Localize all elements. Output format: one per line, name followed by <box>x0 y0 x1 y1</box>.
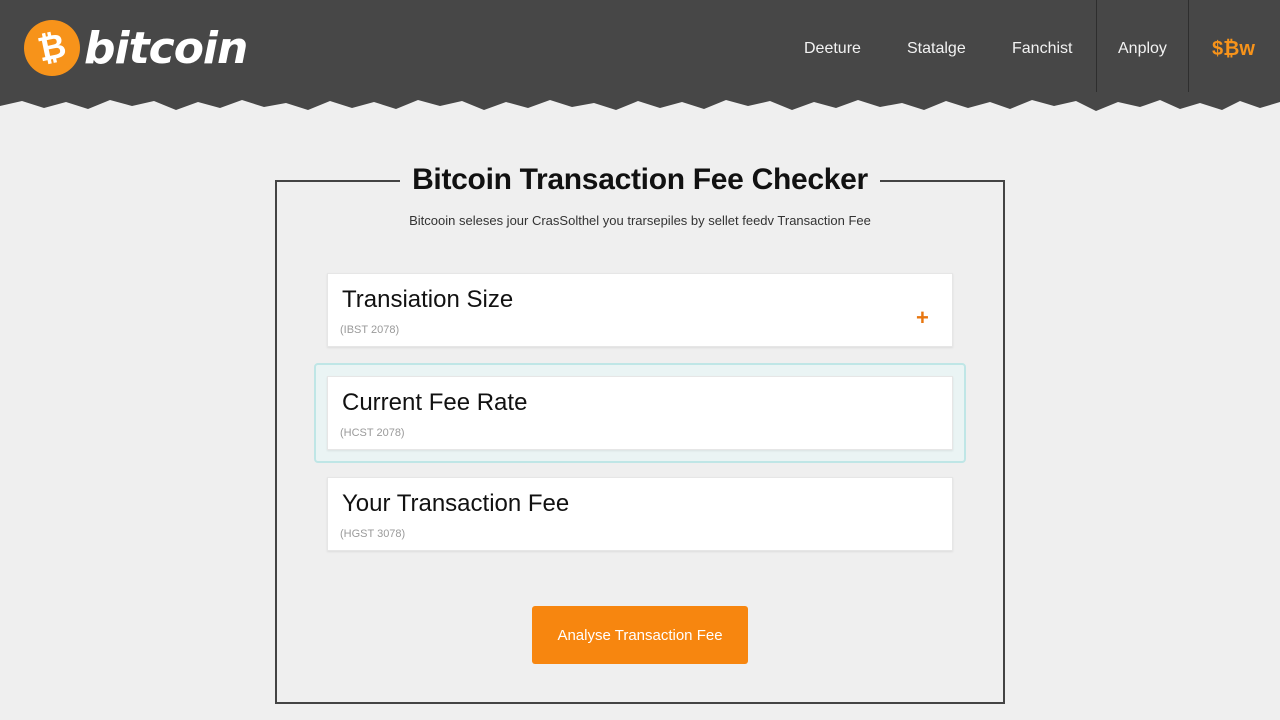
your-transaction-fee-field[interactable]: Your Transaction Fee (HGST 3078) <box>327 477 953 551</box>
field-hint: (IBST 2078) <box>340 324 400 336</box>
nav-item-3[interactable]: Fanchist <box>1012 40 1072 58</box>
nav-item-2[interactable]: Statalge <box>907 40 966 58</box>
field-label: Your Transaction Fee <box>342 490 570 517</box>
card-subtitle: Bitcooin seleses jour CrasSolthel you tr… <box>409 213 871 228</box>
nav-divider <box>1096 0 1097 98</box>
analyse-transaction-fee-button[interactable]: Analyse Transaction Fee <box>532 606 748 664</box>
field-label: Current Fee Rate <box>342 389 528 416</box>
page-title: Bitcoin Transaction Fee Checker <box>412 163 868 196</box>
nav-bitcoin-link[interactable]: $₿w <box>1212 38 1255 61</box>
transaction-size-field[interactable]: Transiation Size (IBST 2078) + <box>327 273 953 347</box>
nav-item-1[interactable]: Deeture <box>804 40 861 58</box>
current-fee-rate-field[interactable]: Current Fee Rate (HCST 2078) <box>327 376 953 450</box>
field-label: Transiation Size <box>342 286 514 313</box>
brand-name: bitcoin <box>84 22 248 74</box>
torn-header-edge <box>0 92 1280 111</box>
bitcoin-logo-icon: ₿ <box>18 14 86 82</box>
top-header: ₿ bitcoin Deeture Statalge Fanchist Anpl… <box>0 0 1280 100</box>
nav-divider <box>1188 0 1189 98</box>
card-title-wrap: Bitcoin Transaction Fee Checker <box>400 158 880 202</box>
field-hint: (HCST 2078) <box>340 427 405 439</box>
plus-icon[interactable]: + <box>916 307 932 329</box>
field-hint: (HGST 3078) <box>340 528 406 540</box>
bitcoin-logo[interactable]: ₿ bitcoin <box>18 14 248 82</box>
nav-item-4[interactable]: Anploy <box>1118 40 1167 58</box>
